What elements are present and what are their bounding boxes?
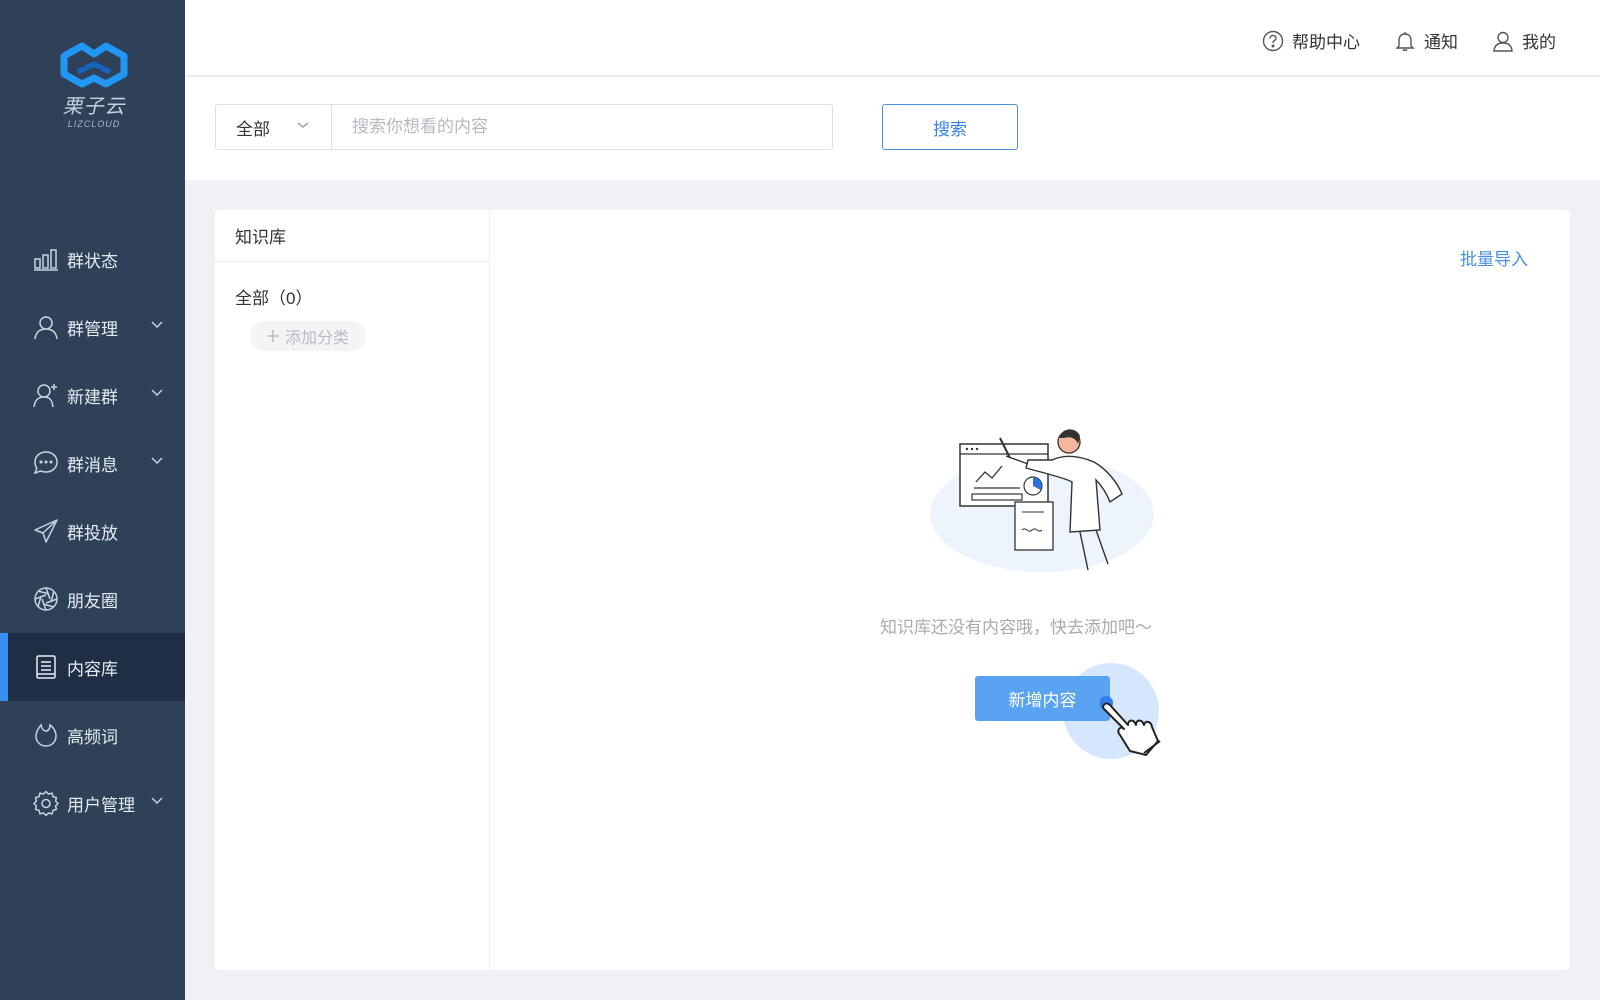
brand-name-en: LIZCLOUD bbox=[67, 119, 121, 129]
plus-icon bbox=[266, 330, 279, 342]
batch-import-link[interactable]: 批量导入 bbox=[1460, 245, 1528, 270]
help-center-label: 帮助中心 bbox=[1292, 33, 1360, 52]
knowledge-category-panel: 知识库 全部（0） 添加分类 bbox=[215, 210, 490, 970]
chevron-down-icon bbox=[151, 457, 163, 465]
sidebar-item-label: 群消息 bbox=[67, 455, 118, 475]
sidebar-item-label: 群管理 bbox=[67, 319, 118, 339]
category-all[interactable]: 全部（0） bbox=[235, 284, 489, 309]
pointing-hand-icon bbox=[1100, 696, 1161, 756]
sidebar-item-label: 朋友圈 bbox=[67, 591, 118, 611]
chevron-down-icon bbox=[151, 321, 163, 329]
sidebar-item-label: 内容库 bbox=[67, 659, 118, 679]
search-button[interactable]: 搜索 bbox=[882, 104, 1018, 150]
content-area: 批量导入 知识库还没有内容哦，快去添加吧～ 新增内容 bbox=[490, 210, 1570, 970]
my-account-label: 我的 bbox=[1522, 33, 1556, 52]
chat-bubble-icon bbox=[33, 450, 59, 476]
sidebar-item-label: 高频词 bbox=[67, 727, 118, 747]
bar-chart-icon bbox=[33, 246, 59, 272]
sidebar-item-moments[interactable]: 朋友圈 bbox=[0, 565, 185, 633]
search-bar: 全部 搜索 bbox=[185, 77, 1600, 180]
bell-icon bbox=[1395, 31, 1415, 51]
sidebar-item-label: 群投放 bbox=[67, 523, 118, 543]
empty-state-text: 知识库还没有内容哦，快去添加吧～ bbox=[880, 618, 1152, 637]
fire-icon bbox=[33, 722, 59, 748]
knowledge-title: 知识库 bbox=[215, 210, 489, 262]
content-panel: 知识库 全部（0） 添加分类 批量导入 知识库还没有内容哦，快去添加吧～ 新增内… bbox=[215, 210, 1570, 970]
sidebar-item-label: 新建群 bbox=[67, 387, 118, 407]
sidebar-item-user-manage[interactable]: 用户管理 bbox=[0, 769, 185, 837]
sidebar-nav: 群状态 群管理 新建群 群消息 群投放 朋友圈 内容库 高频词 用户管理 bbox=[0, 225, 185, 837]
top-bar: 帮助中心 通知 我的 bbox=[185, 0, 1600, 76]
sidebar-item-hot-words[interactable]: 高频词 bbox=[0, 701, 185, 769]
add-user-icon bbox=[33, 382, 59, 408]
my-account-link[interactable]: 我的 bbox=[1492, 28, 1556, 53]
chevron-down-icon bbox=[151, 797, 163, 805]
sidebar-item-group-delivery[interactable]: 群投放 bbox=[0, 497, 185, 565]
chevron-down-icon bbox=[297, 122, 309, 128]
logo[interactable]: 栗子云 LIZCLOUD bbox=[56, 42, 132, 129]
search-scope-value: 全部 bbox=[236, 119, 270, 139]
sidebar-item-group-status[interactable]: 群状态 bbox=[0, 225, 185, 293]
sidebar-item-new-group[interactable]: 新建群 bbox=[0, 361, 185, 429]
user-icon bbox=[33, 314, 59, 340]
top-actions: 帮助中心 通知 我的 bbox=[1262, 28, 1556, 53]
brand-name-cn: 栗子云 bbox=[62, 94, 126, 118]
aperture-icon bbox=[33, 586, 59, 612]
sidebar-item-content-library[interactable]: 内容库 bbox=[0, 633, 185, 701]
help-center-link[interactable]: 帮助中心 bbox=[1262, 28, 1360, 53]
brand-logo-icon bbox=[60, 42, 128, 88]
empty-state-illustration bbox=[930, 429, 1154, 572]
user-icon bbox=[1493, 31, 1513, 52]
add-content-button[interactable]: 新增内容 bbox=[975, 676, 1110, 721]
sidebar-item-label: 群状态 bbox=[67, 251, 118, 271]
notifications-link[interactable]: 通知 bbox=[1394, 28, 1458, 53]
paper-plane-icon bbox=[33, 518, 59, 544]
help-circle-icon bbox=[1262, 30, 1284, 51]
sidebar: 栗子云 LIZCLOUD 群状态 群管理 新建群 群消息 群投放 朋友圈 内容库… bbox=[0, 0, 185, 1000]
add-category-button[interactable]: 添加分类 bbox=[250, 321, 366, 351]
add-category-label: 添加分类 bbox=[284, 330, 349, 347]
sidebar-item-group-manage[interactable]: 群管理 bbox=[0, 293, 185, 361]
add-content-cta: 新增内容 bbox=[975, 663, 1175, 763]
gear-icon bbox=[33, 790, 59, 816]
search-input[interactable] bbox=[332, 105, 832, 149]
search-group: 全部 bbox=[215, 104, 833, 150]
search-scope-select[interactable]: 全部 bbox=[216, 105, 332, 149]
document-icon bbox=[33, 654, 59, 680]
chevron-down-icon bbox=[151, 389, 163, 397]
sidebar-item-label: 用户管理 bbox=[67, 795, 135, 815]
notifications-label: 通知 bbox=[1424, 33, 1458, 52]
sidebar-item-group-messages[interactable]: 群消息 bbox=[0, 429, 185, 497]
